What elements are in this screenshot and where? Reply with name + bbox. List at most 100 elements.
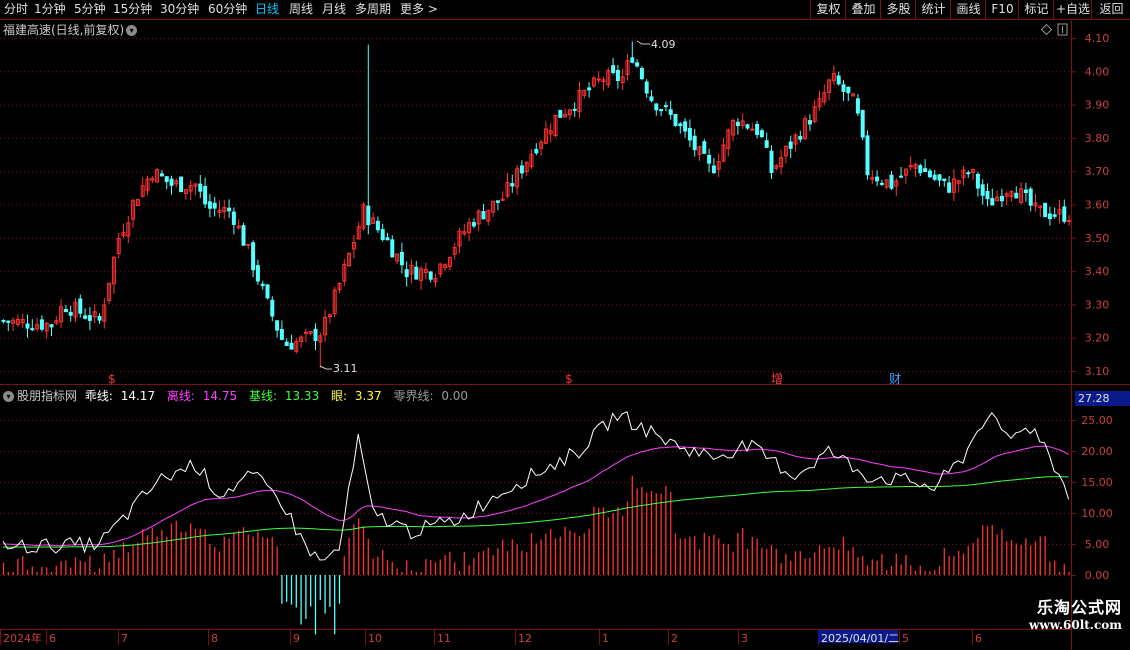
price-axis-label: 3.80 [1085, 132, 1110, 145]
candle-body [241, 225, 246, 246]
chevron-down-icon[interactable]: ▾ [126, 25, 138, 36]
candle-body [1047, 213, 1052, 220]
candle-body [875, 176, 880, 182]
candle-body [39, 319, 44, 330]
candle-body [260, 283, 265, 287]
candle-body [711, 165, 716, 174]
candle-body [639, 67, 644, 80]
price-axis-label: 4.10 [1085, 32, 1110, 45]
candle-body [251, 242, 256, 271]
candle-body [860, 110, 865, 138]
indicator-name[interactable]: 股朋指标网 [17, 389, 77, 403]
event-mark-dividend[interactable]: $ [565, 372, 573, 386]
price-axis-label: 3.20 [1085, 332, 1110, 345]
price-axis-label: 3.70 [1085, 165, 1110, 178]
event-mark-finance[interactable]: 财 [889, 372, 901, 386]
indicator-grid [0, 420, 1071, 576]
indicator-item-yan: 眼: 3.37 [331, 389, 386, 403]
indicator-value: 3.37 [354, 389, 382, 403]
price-grid [0, 38, 1071, 372]
candle-body [270, 299, 275, 317]
candle-body [687, 128, 692, 141]
indicator-item-li: 离线: 14.75 [167, 389, 241, 403]
candle-body [654, 103, 659, 111]
candle-body [63, 308, 68, 313]
candle-body [471, 222, 476, 227]
price-axis-label: 3.40 [1085, 265, 1110, 278]
candle-body [999, 195, 1004, 202]
chevron-down-icon[interactable]: ▾ [3, 391, 14, 402]
candle-body [246, 243, 251, 246]
high-annotation: 4.09 [636, 38, 676, 51]
diamond-icon[interactable] [1040, 23, 1053, 36]
low-label: 3.11 [333, 362, 358, 375]
candle-body [313, 328, 318, 341]
candle-body [985, 190, 990, 200]
candle-body [255, 265, 260, 282]
indicator-axis-label: 20.00 [1081, 445, 1113, 458]
candle-body [927, 170, 932, 178]
candle-body [495, 200, 500, 203]
candle-body [68, 311, 73, 316]
candle-body [659, 109, 664, 112]
candle-body [375, 220, 380, 231]
candle-body [1062, 206, 1067, 222]
candle-body [735, 121, 740, 127]
indicator-label: 离线: [166, 389, 195, 403]
event-mark-dividend[interactable]: $ [108, 372, 116, 386]
candle-body [83, 315, 88, 319]
watermark-title: 乐淘公式网 [1036, 598, 1122, 617]
date-axis-label: 8 [211, 632, 218, 645]
candle-body [1067, 219, 1072, 222]
indicator-value: 0.00 [441, 389, 469, 403]
high-label: 4.09 [651, 38, 676, 51]
high-pointer [636, 40, 650, 45]
candle-body [519, 165, 524, 174]
date-axis: 2024年 6 7 8 9 10 11 12 1 2 3 2025/04/01/二 5 6 [0, 630, 982, 645]
candle-body [966, 172, 971, 175]
candle-body [702, 141, 707, 154]
date-axis-label: 11 [437, 632, 451, 645]
candle-body [1043, 202, 1048, 218]
event-marks: $ $ 增 财 [108, 372, 901, 386]
event-mark-increase[interactable]: 增 [771, 372, 783, 386]
chart-canvas: 4.10 4.00 3.90 3.80 3.70 3.60 3.50 3.40 3.30 3.20… [0, 19, 1130, 650]
price-axis-label: 3.90 [1085, 99, 1110, 112]
candle-body [937, 174, 942, 181]
candle-body [404, 269, 409, 278]
candle-body [673, 114, 678, 126]
indicator-item-guai: 乖线: 14.17 [85, 389, 159, 403]
candle-body [558, 109, 563, 118]
candle-body [203, 185, 208, 205]
candle-body [798, 136, 803, 140]
candle-body [692, 135, 697, 151]
candle-body [923, 168, 928, 172]
date-axis-label: 12 [518, 632, 532, 645]
indicator-label: 零界线: [393, 389, 434, 403]
candle-body [49, 324, 54, 328]
price-axis-label: 3.10 [1085, 365, 1110, 378]
watermark: 乐淘公式网 www.60lt.com [1029, 594, 1122, 632]
candle-body [78, 298, 83, 314]
date-axis-label: 5 [902, 632, 909, 645]
date-axis-label: 2025/04/01/二 [821, 632, 899, 645]
indicator-axis-label: 15.00 [1081, 476, 1113, 489]
candle-body [1014, 192, 1019, 199]
candle-body [284, 341, 289, 346]
date-axis-label: 2024年 [3, 631, 42, 645]
baseline-series-line [2, 476, 1069, 548]
candle-body [942, 178, 947, 182]
candle-body [855, 98, 860, 114]
candle-body [87, 315, 92, 321]
candle-body [841, 84, 846, 92]
candle-body [865, 135, 870, 176]
candle-body [707, 154, 712, 164]
candle-body [764, 140, 769, 148]
candle-body [428, 271, 433, 280]
indicator-bars [2, 475, 1070, 635]
candle-body [947, 182, 952, 193]
candle-body [481, 211, 486, 220]
indicator-axis-label: 25.00 [1081, 414, 1113, 427]
candle-body [159, 173, 164, 177]
date-axis-label: 10 [368, 632, 382, 645]
